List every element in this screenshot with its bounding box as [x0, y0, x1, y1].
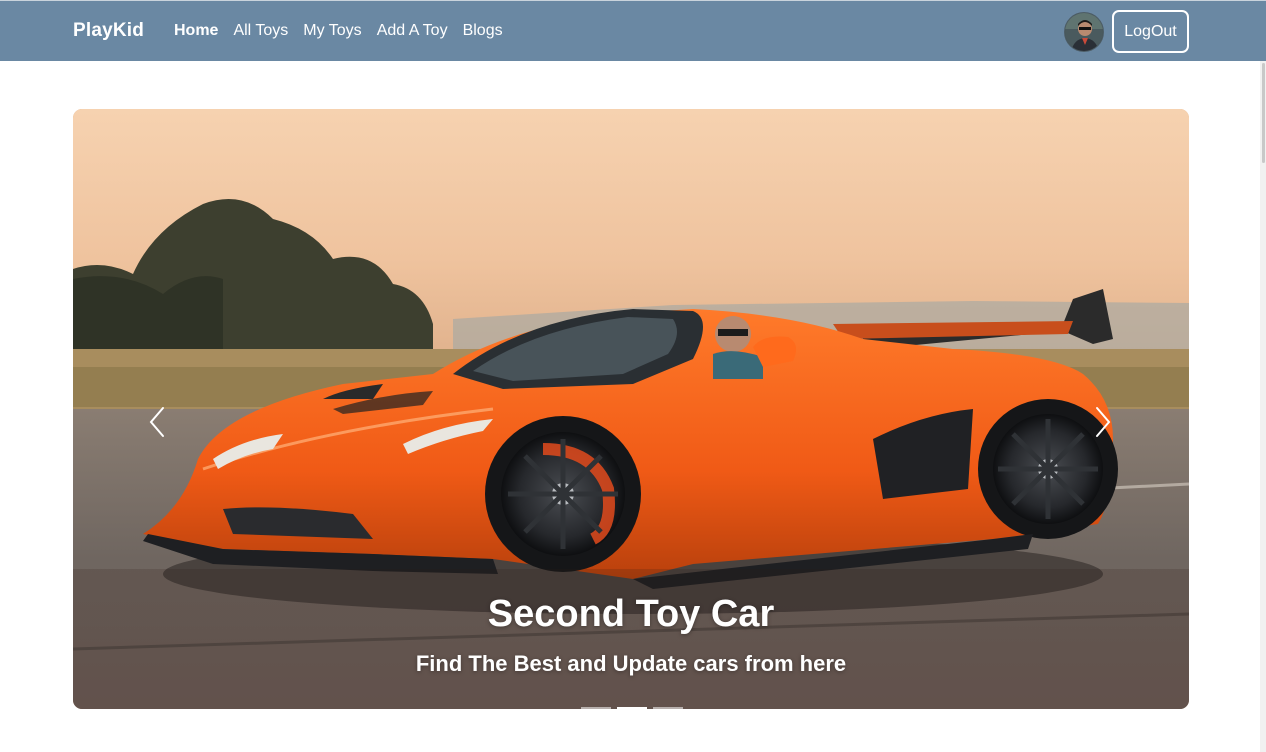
- navbar: PlayKid Home All Toys My Toys Add A Toy …: [0, 0, 1266, 61]
- carousel-indicator-3[interactable]: [653, 707, 683, 709]
- nav-link-all-toys[interactable]: All Toys: [233, 22, 288, 40]
- chevron-left-icon: [149, 407, 164, 437]
- nav-links: Home All Toys My Toys Add A Toy Blogs: [174, 22, 518, 40]
- nav-link-home[interactable]: Home: [174, 22, 218, 40]
- slide-subtitle: Find The Best and Update cars from here: [415, 651, 847, 676]
- brand-logo[interactable]: PlayKid: [73, 20, 144, 42]
- chevron-right-icon: [1096, 407, 1111, 437]
- hero-carousel: Second Toy Car Find The Best and Update …: [73, 109, 1189, 709]
- carousel-indicator-2[interactable]: [617, 707, 647, 709]
- carousel-indicators: [581, 707, 683, 709]
- nav-link-blogs[interactable]: Blogs: [463, 22, 503, 40]
- scrollbar-thumb[interactable]: [1262, 63, 1265, 163]
- slide-title: Second Toy Car: [487, 593, 775, 635]
- nav-link-add-a-toy[interactable]: Add A Toy: [377, 22, 448, 40]
- carousel-next-button[interactable]: [1091, 405, 1115, 439]
- carousel-indicator-1[interactable]: [581, 707, 611, 709]
- nav-link-my-toys[interactable]: My Toys: [303, 22, 361, 40]
- user-avatar[interactable]: [1064, 12, 1104, 52]
- page-scrollbar[interactable]: [1260, 61, 1266, 752]
- logout-button[interactable]: LogOut: [1112, 10, 1189, 53]
- avatar-photo: [1065, 13, 1103, 51]
- carousel-prev-button[interactable]: [145, 405, 169, 439]
